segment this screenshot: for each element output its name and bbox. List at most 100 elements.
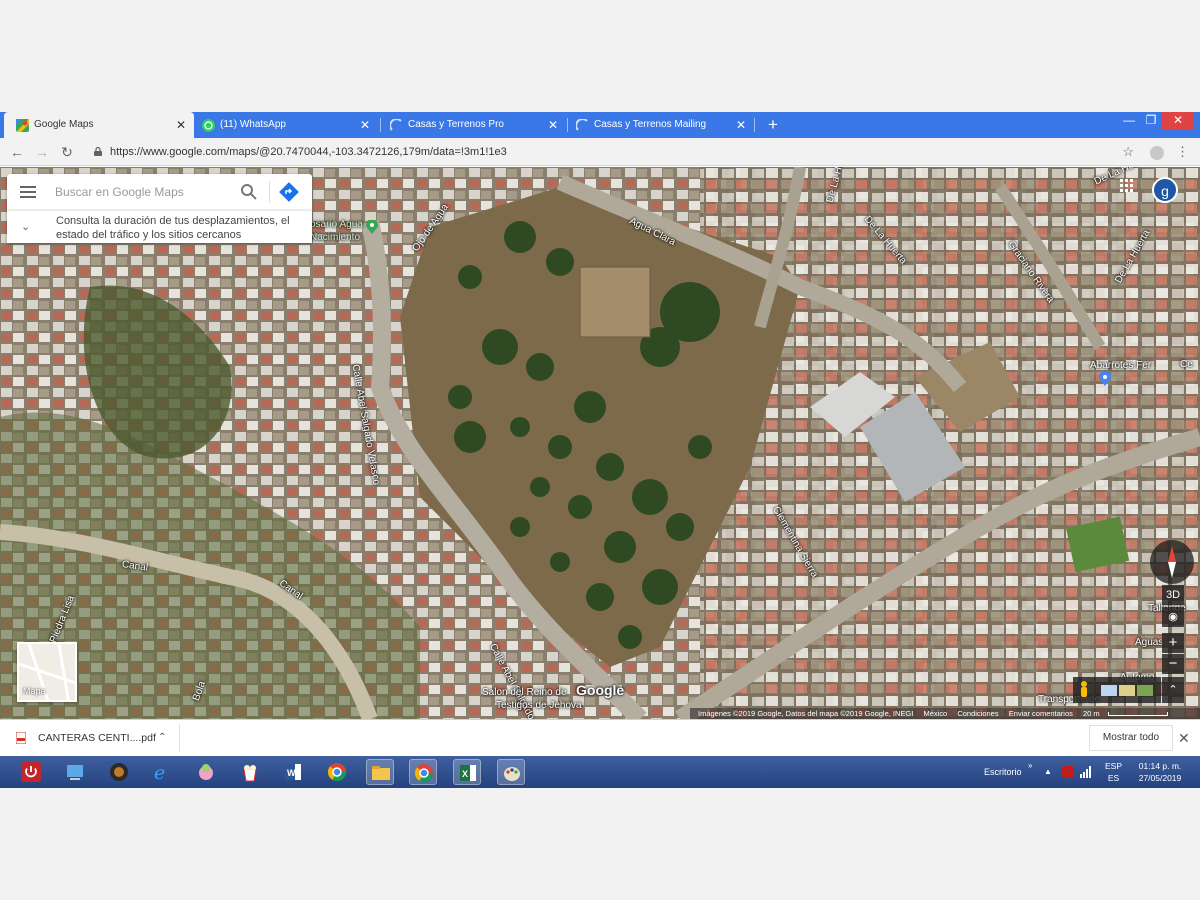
cartoon-app-icon[interactable] (192, 759, 220, 785)
reload-icon[interactable]: ↻ (57, 142, 77, 162)
chevron-up-icon[interactable]: ⌃ (158, 724, 166, 752)
window-close-icon[interactable]: ✕ (1162, 112, 1194, 130)
language-code: ESP (1105, 761, 1123, 771)
google-logo: Google (576, 682, 625, 698)
tab-close-icon[interactable]: ✕ (548, 112, 558, 138)
map-type-toggle[interactable]: Mapa (17, 642, 77, 702)
bookmark-star-icon[interactable]: ☆ (1122, 142, 1134, 162)
poi-label: Salon del Reino de (482, 687, 567, 698)
account-avatar[interactable]: g (1152, 177, 1178, 203)
desktop-toolbar-label[interactable]: Escritorio (984, 756, 1022, 788)
media-player-icon[interactable] (105, 759, 133, 785)
power-app-icon[interactable] (17, 759, 45, 785)
profile-icon[interactable] (1150, 146, 1164, 160)
restore-icon[interactable]: ❐ (1140, 112, 1162, 130)
internet-explorer-icon[interactable]: e (148, 759, 176, 785)
tab-close-icon[interactable]: ✕ (736, 112, 746, 138)
scale-label[interactable]: 20 m (1083, 709, 1100, 718)
poi-pin-icon[interactable] (366, 219, 378, 234)
terms-link[interactable]: Condiciones (957, 709, 998, 718)
svg-text:X: X (462, 769, 468, 779)
show-all-button[interactable]: Mostrar todo (1089, 725, 1173, 751)
my-location-icon[interactable]: ◉ (1162, 607, 1184, 627)
windows-taskbar: e W X Escritorio » ▲ ESP ES 01:14 p. m. … (0, 756, 1200, 788)
menu-kebab-icon[interactable]: ⋮ (1176, 142, 1189, 162)
chevron-down-icon[interactable]: ⌄ (21, 220, 30, 233)
maps-search-box (7, 174, 312, 210)
poi-label: Testigos de Jehova (496, 700, 582, 711)
paint-icon[interactable] (497, 759, 525, 785)
popcorn-app-icon[interactable] (236, 759, 264, 785)
clock-time: 01:14 p. m. (1138, 761, 1182, 771)
google-maps-icon (16, 119, 29, 132)
tab-casas-terrenos-pro[interactable]: Casas y Terrenos Pro ✕ (378, 112, 566, 138)
antivirus-tray-icon[interactable] (1062, 766, 1074, 778)
compass-icon[interactable] (1150, 540, 1194, 584)
apps-grid-icon[interactable] (1120, 179, 1134, 193)
zoom-in-button[interactable]: + (1162, 633, 1184, 653)
map-viewport[interactable]: Agua Clara Ojo de Agua Calle Abel Salgad… (0, 167, 1200, 719)
tray-expand-icon[interactable]: ▲ (1044, 756, 1052, 788)
chrome-active-icon[interactable] (409, 759, 437, 785)
imagery-credit: Imágenes ©2019 Google, Datos del mapa ©2… (698, 709, 914, 718)
search-icon[interactable] (240, 183, 258, 201)
download-item[interactable]: CANTERAS CENTI....pdf ⌃ (8, 724, 180, 752)
poi-label: Nacimiento (310, 232, 361, 243)
search-divider (269, 181, 270, 203)
feedback-link[interactable]: Enviar comentarios (1009, 709, 1073, 718)
poi-pin-icon[interactable] (1099, 371, 1111, 386)
poi-label: osario Agua (310, 219, 363, 230)
tab-title: Casas y Terrenos Pro (408, 119, 504, 130)
close-icon[interactable]: ✕ (1178, 725, 1190, 751)
address-toolbar: ← → ↻ https://www.google.com/maps/@20.74… (0, 138, 1200, 166)
hamburger-menu-icon[interactable] (20, 186, 36, 198)
search-input[interactable] (55, 182, 235, 202)
view-3d-button[interactable]: 3D (1162, 585, 1184, 605)
file-explorer-icon[interactable] (366, 759, 394, 785)
clock-date: 27/05/2019 (1138, 773, 1182, 783)
omnibox[interactable]: https://www.google.com/maps/@20.7470044,… (86, 142, 1146, 162)
chrome-icon[interactable] (323, 759, 351, 785)
poi-label: Abarrotes Fer (1090, 360, 1152, 371)
tab-close-icon[interactable]: ✕ (176, 112, 186, 138)
tab-title: (11) WhatsApp (220, 119, 286, 130)
url-text: https://www.google.com/maps/@20.7470044,… (110, 146, 507, 158)
tab-casas-terrenos-mailing[interactable]: Casas y Terrenos Mailing ✕ (564, 112, 754, 138)
chevron-up-icon[interactable]: ⌃ (1162, 677, 1184, 703)
tab-title: Casas y Terrenos Mailing (594, 119, 707, 130)
keyboard-layout: ES (1107, 773, 1120, 783)
new-tab-button[interactable]: + (764, 115, 782, 135)
directions-icon[interactable] (279, 182, 299, 202)
loading-icon (576, 119, 588, 131)
poi-label: Ce (1180, 359, 1193, 370)
forward-icon[interactable]: → (32, 142, 52, 162)
toolbar-expand-icon[interactable]: » (1028, 756, 1032, 776)
explore-info-panel[interactable]: ⌄ Consulta la duración de tus desplazami… (7, 210, 312, 243)
language-indicator[interactable]: ESP ES (1105, 760, 1122, 784)
svg-text:W: W (287, 768, 296, 778)
network-signal-icon[interactable] (1080, 766, 1092, 778)
pegman-icon[interactable] (1073, 677, 1095, 703)
info-text: Consulta la duración de tus desplazamien… (56, 215, 290, 241)
poi-label: Aguas (1135, 637, 1164, 648)
lock-icon (94, 147, 102, 156)
minimize-icon[interactable]: — (1118, 112, 1140, 130)
tab-whatsapp[interactable]: (11) WhatsApp ✕ (190, 112, 378, 138)
system-clock[interactable]: 01:14 p. m. 27/05/2019 (1132, 760, 1188, 784)
downloads-shelf: CANTERAS CENTI....pdf ⌃ Mostrar todo ✕ (0, 719, 1200, 756)
whatsapp-icon (202, 119, 215, 132)
imagery-thumbnails[interactable] (1095, 677, 1161, 703)
desktop-screen: Google Maps ✕ (11) WhatsApp ✕ Casas y Te… (0, 112, 1200, 788)
map-attribution-bar: Imágenes ©2019 Google, Datos del mapa ©2… (690, 708, 1200, 719)
excel-icon[interactable]: X (453, 759, 481, 785)
tab-close-icon[interactable]: ✕ (360, 112, 370, 138)
loading-icon (390, 119, 402, 131)
control-panel-icon[interactable] (61, 759, 89, 785)
region-link[interactable]: México (923, 709, 947, 718)
tab-google-maps[interactable]: Google Maps ✕ (4, 112, 194, 138)
scale-bar (1107, 712, 1168, 717)
tab-separator (754, 118, 755, 132)
back-icon[interactable]: ← (7, 142, 27, 162)
word-icon[interactable]: W (279, 759, 307, 785)
zoom-out-button[interactable]: − (1162, 654, 1184, 674)
